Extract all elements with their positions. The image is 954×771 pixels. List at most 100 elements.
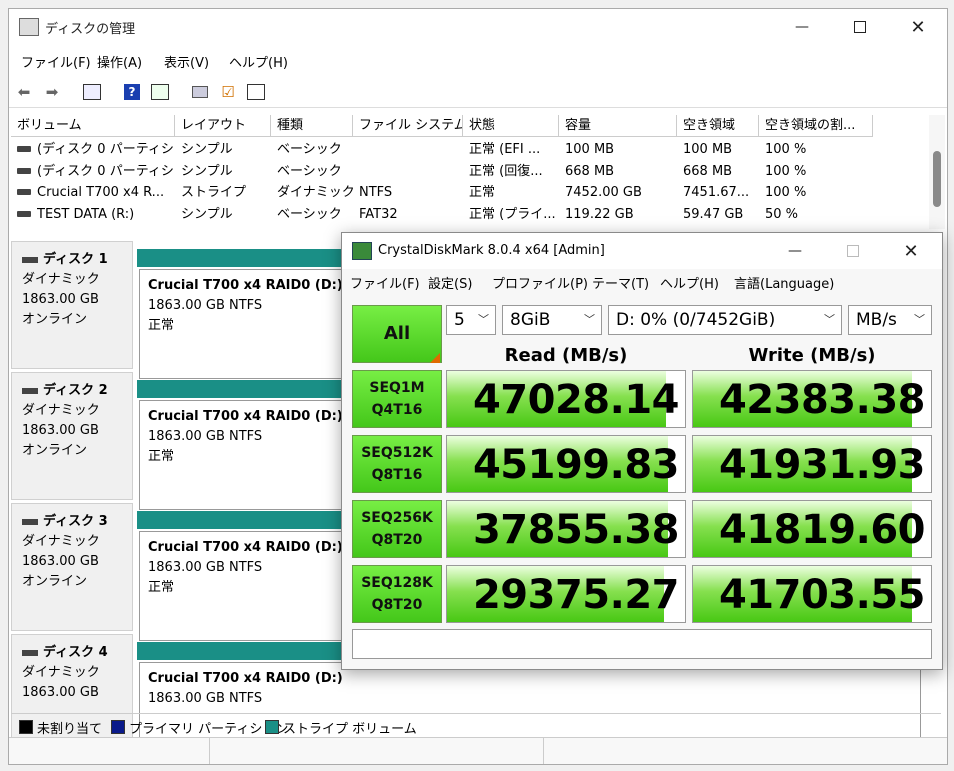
volume-name: TEST DATA (R:) [37,206,135,222]
legend-swatch-unallocated [19,720,33,734]
menu-file[interactable]: ファイル(F) [21,52,91,71]
volume-free: 59.47 GB [683,206,744,222]
cdm-minimize-button[interactable]: — [766,233,824,269]
volume-row[interactable]: Crucial T700 x4 R... ストライプ ダイナミック NTFS 正常 745… [11,182,929,203]
column-header-filesystem[interactable]: ファイル システム [353,115,463,137]
column-header-volume[interactable]: ボリューム [11,115,175,137]
volume-icon [17,189,31,195]
cdm-menu-file[interactable]: ファイル(F) [350,273,420,292]
disk-type: ダイナミック [22,534,100,549]
column-header-capacity[interactable]: 容量 [559,115,677,137]
test-name: SEQ256K [361,510,433,526]
minimize-button[interactable]: — [773,9,831,45]
test-button-seq512k[interactable]: SEQ512K Q8T16 [352,435,442,493]
maximize-button[interactable] [831,9,889,45]
disk-size: 1863.00 GB [22,554,99,569]
scrollbar-thumb[interactable] [933,151,941,207]
disk-size: 1863.00 GB [22,685,99,700]
cdm-maximize-button[interactable] [824,233,882,269]
test-button-seq256k[interactable]: SEQ256K Q8T20 [352,500,442,558]
drive-select[interactable]: D: 0% (0/7452GiB) ﹀ [608,305,842,335]
disk-type: ダイナミック [22,403,100,418]
column-header-layout[interactable]: レイアウト [175,115,271,137]
cdm-menu-profile[interactable]: プロファイル(P) [492,273,588,292]
disk-label-2[interactable]: ディスク 2 ダイナミック 1863.00 GB オンライン [11,372,133,500]
test-button-seq128k[interactable]: SEQ128K Q8T20 [352,565,442,623]
read-result-value: 45199.83 [472,442,680,488]
disk-name: ディスク 1 [43,252,108,267]
title-bar[interactable]: ディスクの管理 — ✕ [9,9,947,45]
console-tree-icon[interactable] [81,81,103,103]
menu-view[interactable]: 表示(V) [164,52,209,71]
volume-status: 正常 [469,185,496,200]
column-header-type[interactable]: 種類 [271,115,353,137]
volume-row[interactable]: TEST DATA (R:) シンプル ベーシック FAT32 正常 (プライ... 11… [11,204,929,225]
cdm-menu-help[interactable]: ヘルプ(H) [660,273,719,292]
chevron-down-icon: ﹀ [584,313,595,326]
cdm-menu-settings[interactable]: 設定(S) [428,273,472,292]
disk-icon [22,388,38,394]
crystaldiskmark-window: CrystalDiskMark 8.0.4 x64 [Admin] — ✕ ファ… [341,232,943,670]
action-pane-icon[interactable] [149,81,171,103]
back-arrow-icon[interactable]: ⬅ [13,81,35,103]
volume-capacity: 7452.00 GB [565,185,642,200]
test-name: SEQ128K [361,575,433,591]
legend-swatch-striped [265,720,279,734]
test-count-select[interactable]: 5 ﹀ [446,305,496,335]
disk-icon [22,650,38,656]
cdm-title-bar[interactable]: CrystalDiskMark 8.0.4 x64 [Admin] — ✕ [342,233,942,269]
comment-field[interactable] [352,629,932,659]
write-header: Write (MB/s) [748,345,876,366]
disk-label-1[interactable]: ディスク 1 ダイナミック 1863.00 GB オンライン [11,241,133,369]
disk-label-3[interactable]: ディスク 3 ダイナミック 1863.00 GB オンライン [11,503,133,631]
volume-free-pct: 100 % [765,163,807,179]
legend-label-striped: ストライプ ボリューム [283,722,417,737]
menu-help[interactable]: ヘルプ(H) [229,52,288,71]
disk-name: ディスク 2 [43,383,108,398]
checklist-icon[interactable]: ☑ [217,81,239,103]
disk-name: ディスク 4 [43,645,108,660]
volume-type: ベーシック [277,206,342,222]
disk-icon [22,519,38,525]
read-result-seq256k: 37855.38 [446,500,686,558]
properties-icon[interactable] [245,81,267,103]
write-result-seq256k: 41819.60 [692,500,932,558]
volume-filesystem [359,161,463,182]
test-name: SEQ512K [361,445,433,461]
volume-row[interactable]: (ディスク 0 パーティショ... シンプル ベーシック 正常 (EFI ... 100… [11,139,929,160]
volume-icon [17,146,31,152]
volume-status: 正常 (回復... [469,163,543,179]
read-header: Read (MB/s) [504,345,628,366]
volume-layout: ストライプ [181,185,247,200]
help-icon[interactable]: ? [121,81,143,103]
connect-icon[interactable] [189,81,211,103]
column-header-free[interactable]: 空き領域 [677,115,759,137]
disk-size: 1863.00 GB [22,292,99,307]
volume-status: 正常 (プライ... [469,206,556,222]
test-size-select[interactable]: 8GiB ﹀ [502,305,602,335]
test-button-seq1m[interactable]: SEQ1M Q4T16 [352,370,442,428]
cdm-menu-theme[interactable]: テーマ(T) [592,273,649,292]
volume-filesystem: FAT32 [359,206,398,222]
unit-select[interactable]: MB/s ﹀ [848,305,932,335]
cdm-close-button[interactable]: ✕ [882,233,940,269]
cdm-menu-bar: ファイル(F) 設定(S) プロファイル(P) テーマ(T) ヘルプ(H) 言語… [342,269,942,293]
write-result-value: 41819.60 [718,507,926,553]
column-header-free-pct[interactable]: 空き領域の割... [759,115,873,137]
status-bar [9,737,947,764]
volume-list-scrollbar[interactable] [929,115,945,229]
forward-arrow-icon[interactable]: ➡ [41,81,63,103]
volume-free-pct: 50 % [765,206,799,222]
read-result-seq128k: 29375.27 [446,565,686,623]
cdm-menu-language[interactable]: 言語(Language) [734,273,834,292]
all-button-corner-icon [430,353,440,363]
toolbar: ⬅ ➡ ? ☑ [9,75,947,108]
menu-action[interactable]: 操作(A) [97,52,142,71]
close-button[interactable]: ✕ [889,9,947,45]
volume-row[interactable]: (ディスク 0 パーティショ... シンプル ベーシック 正常 (回復... 668 M… [11,161,929,182]
write-result-seq1m: 42383.38 [692,370,932,428]
write-result-value: 42383.38 [718,377,926,423]
column-header-status[interactable]: 状態 [463,115,559,137]
volume-icon [17,167,31,174]
all-button[interactable]: All [352,305,442,363]
